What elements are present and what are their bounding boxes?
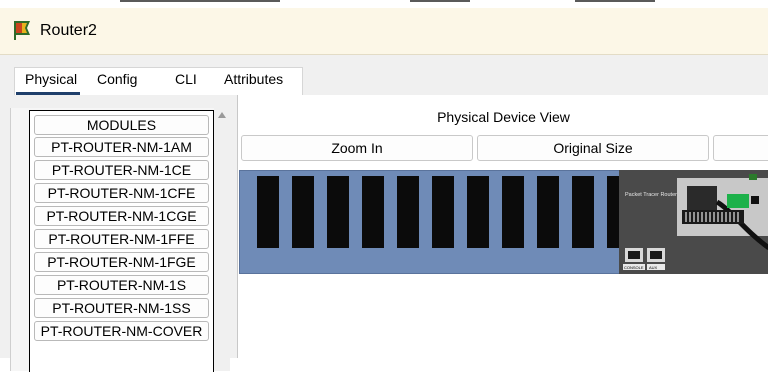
tab-attributes[interactable]: Attributes	[224, 71, 283, 87]
router-chassis-image: Packet Tracer Router CONSOLE AUX	[239, 170, 768, 274]
router-app-icon	[14, 21, 30, 40]
console-port-label: CONSOLE	[624, 265, 644, 270]
module-item[interactable]: PT-ROUTER-NM-1SS	[34, 298, 209, 318]
tab-config[interactable]: Config	[97, 71, 137, 87]
aux-port-label: AUX	[649, 265, 658, 270]
module-item[interactable]: PT-ROUTER-NM-1CE	[34, 160, 209, 180]
modules-list: MODULES PT-ROUTER-NM-1AM PT-ROUTER-NM-1C…	[29, 110, 214, 372]
scroll-up-arrow-icon[interactable]	[218, 112, 226, 118]
tab-physical[interactable]: Physical	[25, 71, 77, 87]
tab-cli[interactable]: CLI	[175, 71, 197, 87]
top-edge-strip	[0, 0, 768, 8]
modules-panel: MODULES PT-ROUTER-NM-1AM PT-ROUTER-NM-1C…	[10, 108, 230, 372]
module-item[interactable]: PT-ROUTER-NM-1FGE	[34, 252, 209, 272]
physical-device-view-label: Physical Device View	[437, 109, 570, 125]
module-item[interactable]: PT-ROUTER-NM-1CFE	[34, 183, 209, 203]
zoom-in-button[interactable]: Zoom In	[241, 135, 473, 161]
module-item[interactable]: PT-ROUTER-NM-1CGE	[34, 206, 209, 226]
zoom-out-button[interactable]	[713, 135, 768, 161]
router-brand-text: Packet Tracer Router	[625, 192, 677, 198]
module-item[interactable]: PT-ROUTER-NM-1S	[34, 275, 209, 295]
title-bar: Router2	[0, 8, 768, 55]
content-area: MODULES PT-ROUTER-NM-1AM PT-ROUTER-NM-1C…	[0, 95, 768, 372]
modules-scrollbar[interactable]	[214, 108, 230, 371]
module-item[interactable]: PT-ROUTER-NM-1AM	[34, 137, 209, 157]
module-item[interactable]: PT-ROUTER-NM-1FFE	[34, 229, 209, 249]
modules-header: MODULES	[34, 115, 209, 135]
module-item[interactable]: PT-ROUTER-NM-COVER	[34, 321, 209, 341]
physical-device-view: Physical Device View Zoom In Original Si…	[237, 95, 768, 358]
tab-bar: Physical Config CLI Attributes	[0, 55, 768, 96]
window-title: Router2	[40, 22, 97, 39]
original-size-button[interactable]: Original Size	[477, 135, 709, 161]
